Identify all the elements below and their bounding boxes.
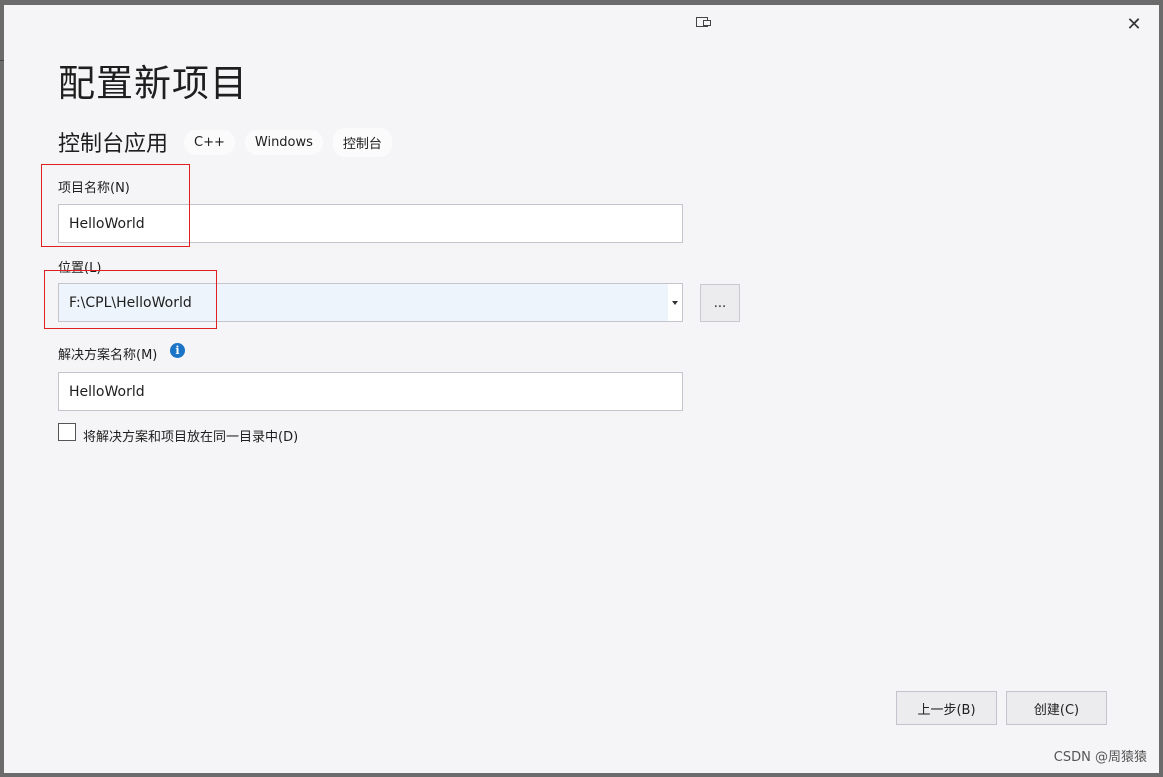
page-title: 配置新项目	[58, 62, 248, 105]
project-name-value: HelloWorld	[69, 215, 145, 232]
close-icon: ✕	[1126, 13, 1142, 35]
template-header: 控制台应用 C++ Windows 控制台	[58, 126, 402, 158]
location-value: F:\CPL\HelloWorld	[69, 294, 192, 311]
location-combobox[interactable]: F:\CPL\HelloWorld	[58, 283, 683, 322]
project-name-label: 项目名称(N)	[58, 181, 130, 196]
project-name-input[interactable]: HelloWorld	[58, 204, 683, 243]
create-button[interactable]: 创建(C)	[1006, 691, 1107, 725]
tag-language: C++	[184, 129, 235, 155]
tag-platform: Windows	[244, 129, 323, 155]
same-directory-label[interactable]: 将解决方案和项目放在同一目录中(D)	[83, 426, 298, 445]
same-directory-checkbox[interactable]	[58, 423, 76, 441]
solution-name-value: HelloWorld	[69, 383, 145, 400]
chevron-down-icon[interactable]	[668, 284, 682, 321]
configure-project-dialog: ✕ 配置新项目 控制台应用 C++ Windows 控制台 项目名称(N) He…	[4, 5, 1159, 773]
browse-button[interactable]: ...	[700, 284, 740, 322]
watermark: CSDN @周猿猿	[1053, 750, 1147, 765]
info-icon[interactable]: i	[170, 343, 185, 358]
tag-project-type: 控制台	[332, 127, 392, 157]
solution-name-label: 解决方案名称(M)	[58, 348, 158, 363]
solution-name-input[interactable]: HelloWorld	[58, 372, 683, 411]
location-label: 位置(L)	[58, 261, 102, 276]
template-name: 控制台应用	[58, 132, 169, 157]
back-button[interactable]: 上一步(B)	[896, 691, 997, 725]
window-restore-icon[interactable]	[696, 15, 712, 29]
close-button[interactable]: ✕	[1122, 12, 1146, 36]
